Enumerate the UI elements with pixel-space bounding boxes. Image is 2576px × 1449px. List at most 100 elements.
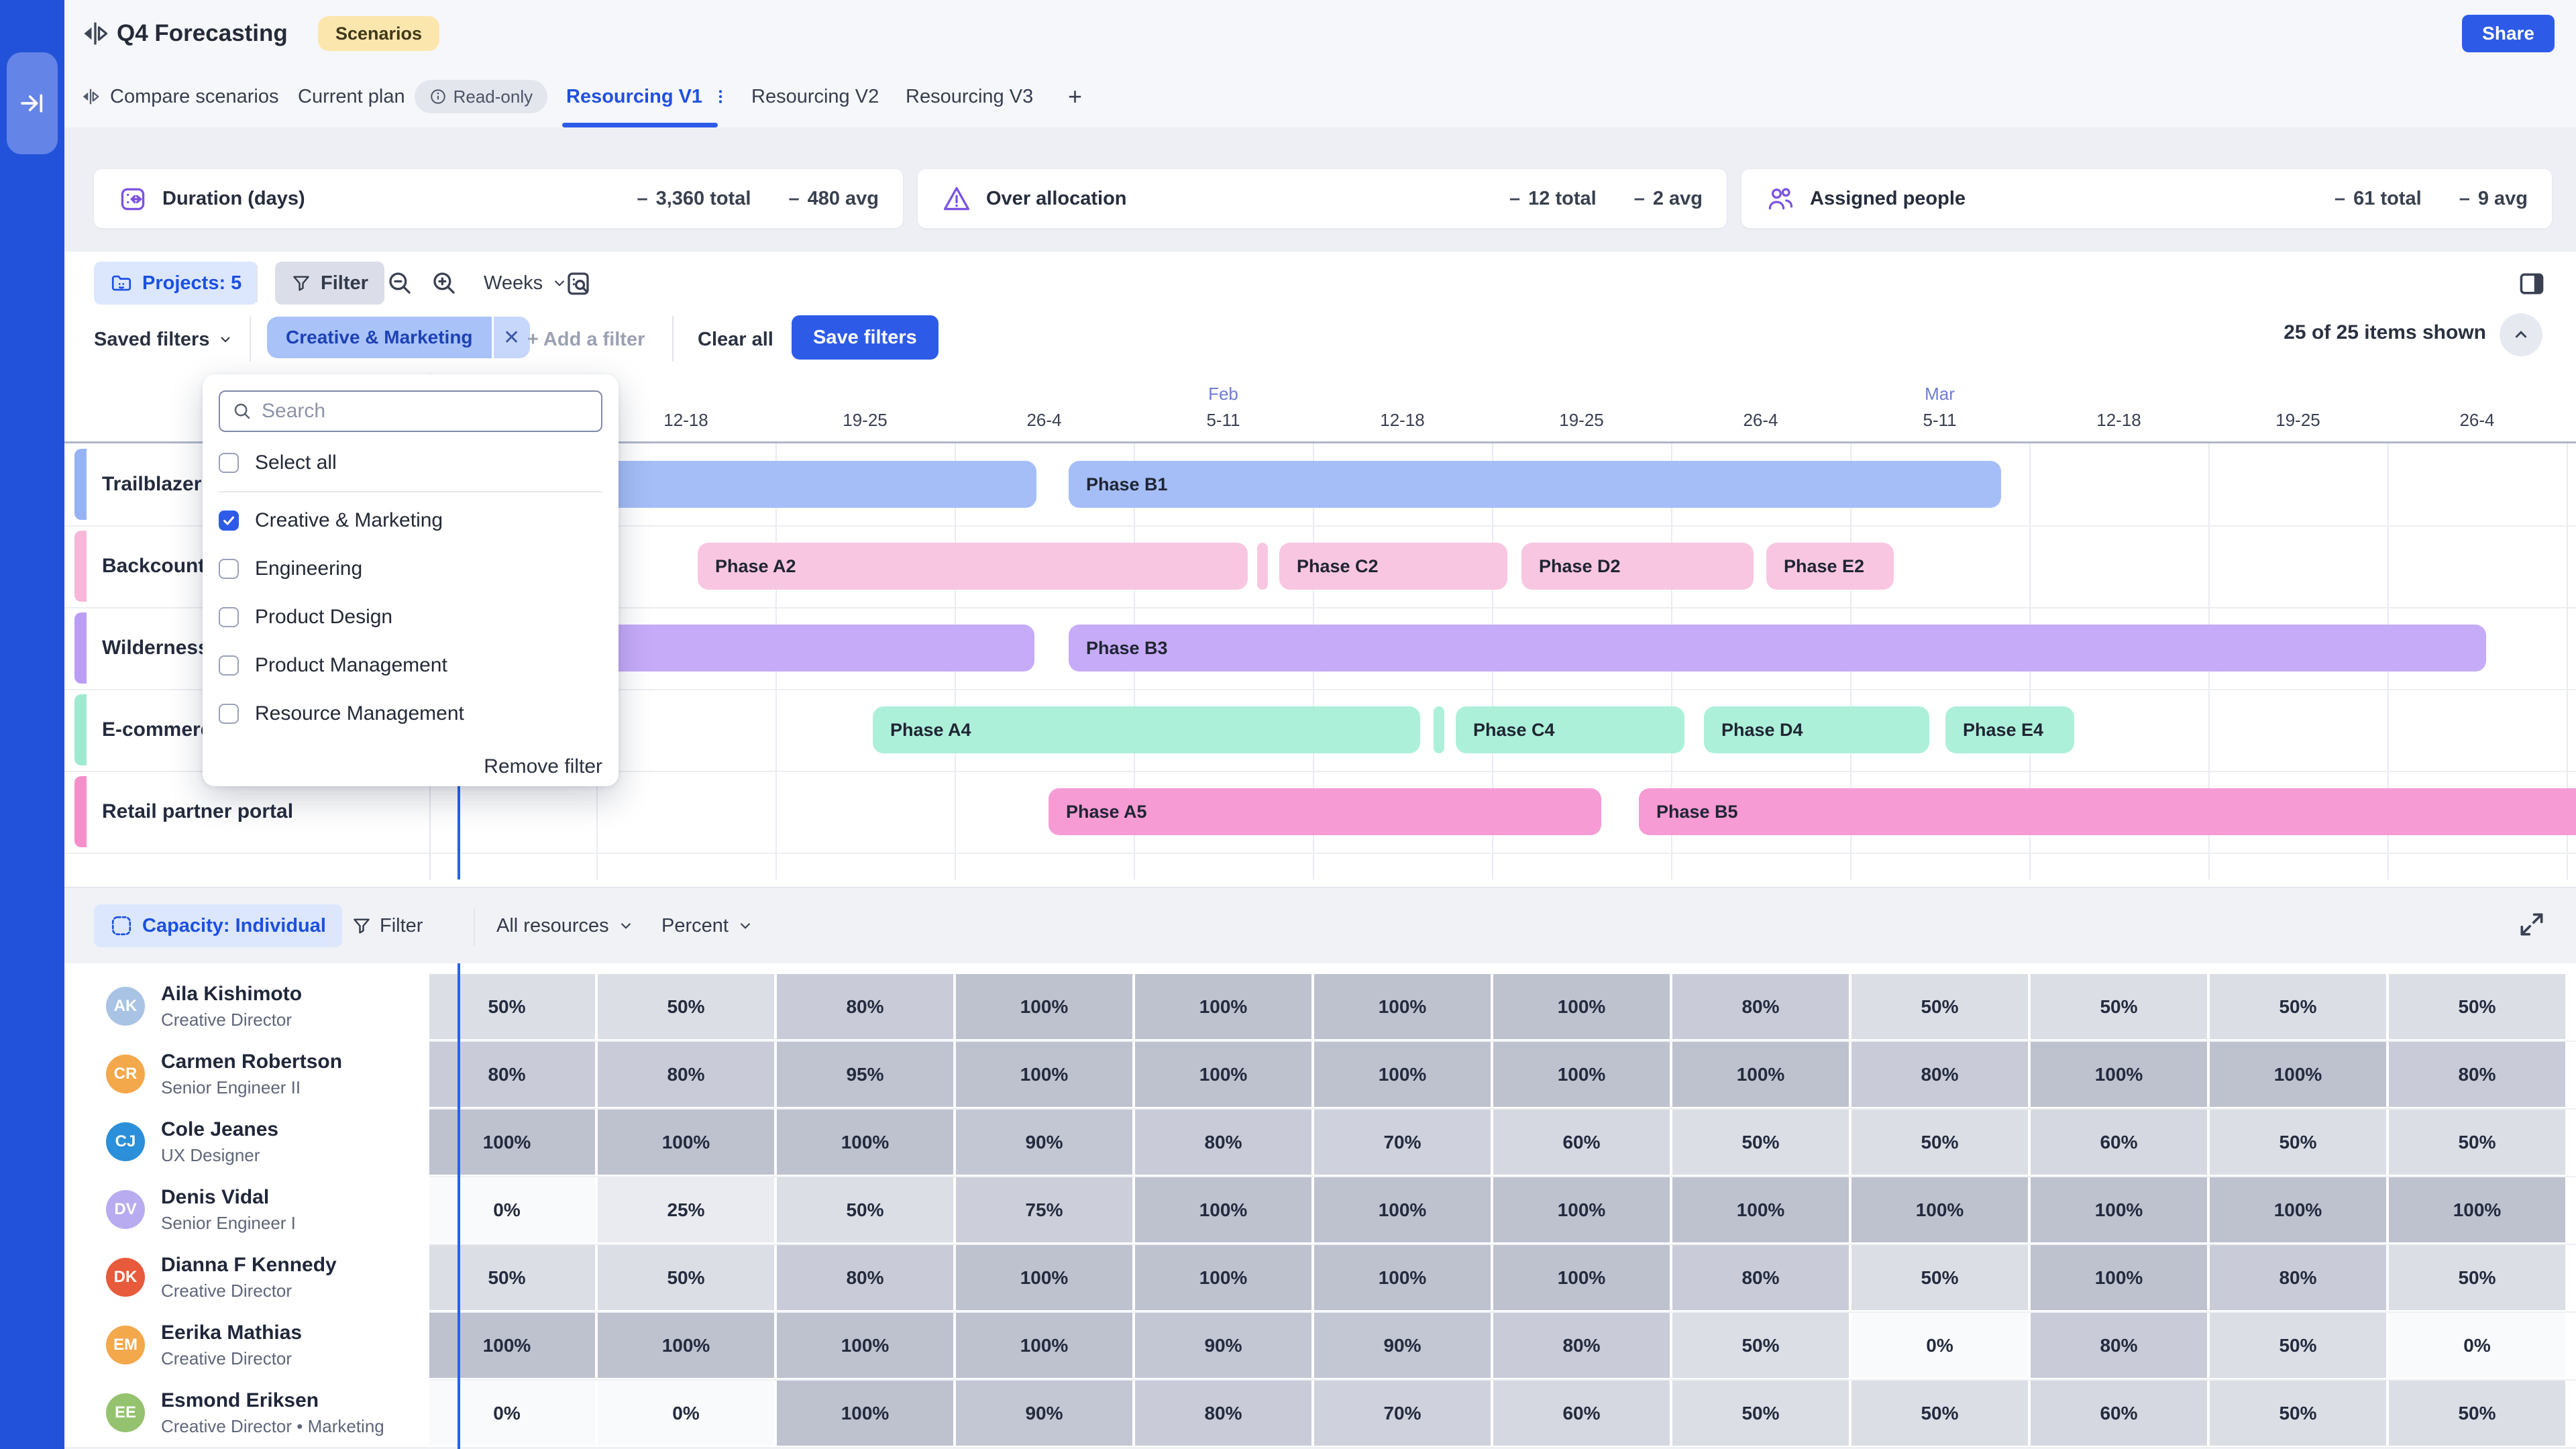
filter-button[interactable]: Filter: [275, 262, 384, 305]
stat-card-assigned-people: Assigned people –61 total –9 avg: [1741, 169, 2552, 228]
dropdown-divider: [219, 491, 602, 492]
tab-resourcing-v2[interactable]: Resourcing V2: [751, 79, 879, 114]
timeline-week-label: 5-11: [1206, 410, 1240, 431]
clear-all-button[interactable]: Clear all: [698, 320, 773, 359]
tab-compare-scenarios[interactable]: Compare scenarios: [80, 79, 278, 114]
assigned-total: 61 total: [2353, 188, 2422, 210]
gantt-bar-label: Phase B5: [1639, 802, 1738, 822]
search-icon: [232, 401, 252, 421]
filter-option-product-management[interactable]: Product Management: [219, 641, 602, 690]
timeline-week-label: 5-11: [1923, 410, 1956, 431]
capacity-cell: 80%: [2210, 1245, 2386, 1310]
capacity-rows: 50%50%80%100%100%100%100%80%50%50%50%50%…: [64, 963, 2576, 1447]
gantt-bar-label: Phase A4: [873, 720, 971, 741]
gantt-bar[interactable]: [1434, 706, 1444, 753]
remove-chip-icon[interactable]: ✕: [494, 317, 530, 358]
gantt-bar[interactable]: Phase A4: [873, 706, 1420, 753]
add-scenario-button[interactable]: +: [1068, 79, 1082, 114]
capacity-cell: 80%: [777, 1245, 953, 1310]
capacity-mode-button[interactable]: Capacity: Individual: [94, 904, 342, 947]
capacity-cell: 100%: [2389, 1177, 2565, 1242]
unit-dropdown[interactable]: Percent: [661, 904, 754, 947]
saved-filters-dropdown[interactable]: Saved filters: [94, 320, 233, 359]
capacity-cell: 90%: [1314, 1313, 1491, 1378]
zoom-in-button[interactable]: [430, 269, 458, 297]
person-name: Esmond Eriksen: [161, 1389, 319, 1412]
project-color-strip: [74, 776, 87, 847]
expand-capacity-icon[interactable]: [2517, 910, 2546, 939]
capacity-cell: 100%: [1314, 1245, 1491, 1310]
collapse-filters-button[interactable]: [2500, 313, 2542, 356]
capacity-cell: 100%: [1135, 1177, 1311, 1242]
capacity-cell: 80%: [598, 1042, 774, 1107]
capacity-filter-button[interactable]: Filter: [352, 904, 423, 947]
gantt-bar[interactable]: [1257, 543, 1268, 590]
capacity-cell: 50%: [1851, 1110, 2028, 1175]
capacity-cell: 100%: [1672, 1177, 1849, 1242]
capacity-cell: 70%: [1314, 1110, 1491, 1175]
right-panel-toggle-icon[interactable]: [2517, 269, 2546, 299]
snapshot-icon[interactable]: [564, 269, 592, 297]
capacity-cell: 60%: [1493, 1381, 1670, 1446]
chevron-up-icon: [2511, 325, 2531, 345]
gantt-bar[interactable]: Phase A2: [698, 543, 1248, 590]
checkbox-unchecked[interactable]: [219, 655, 239, 676]
gantt-bar[interactable]: [590, 625, 1034, 672]
filter-option-label: Creative & Marketing: [255, 509, 443, 532]
filter-option-product-design[interactable]: Product Design: [219, 593, 602, 641]
resources-dropdown[interactable]: All resources: [496, 904, 635, 947]
capacity-row-separator: [64, 1447, 2576, 1448]
filter-option-resource-management[interactable]: Resource Management: [219, 690, 602, 738]
tab-resourcing-v3[interactable]: Resourcing V3: [906, 79, 1033, 114]
capacity-cell: 100%: [1493, 1177, 1670, 1242]
search-input[interactable]: [262, 400, 589, 423]
capacity-cell: 80%: [1135, 1381, 1311, 1446]
info-icon: [429, 88, 447, 105]
gantt-bar[interactable]: Phase D2: [1521, 543, 1754, 590]
zoom-unit-dropdown[interactable]: Weeks: [484, 262, 568, 305]
avatar: CR: [106, 1055, 145, 1093]
checkbox-checked[interactable]: [219, 511, 239, 531]
checkbox-unchecked[interactable]: [219, 453, 239, 473]
gantt-bar[interactable]: Phase D4: [1704, 706, 1929, 753]
select-all-option[interactable]: Select all: [219, 439, 602, 487]
capacity-cell: 50%: [1672, 1110, 1849, 1175]
filter-option-creative-marketing[interactable]: Creative & Marketing: [219, 496, 602, 545]
chevron-down-icon: [617, 917, 635, 934]
capacity-cell: 0%: [598, 1381, 774, 1446]
gantt-bar[interactable]: Phase E4: [1945, 706, 2074, 753]
checkbox-unchecked[interactable]: [219, 704, 239, 724]
capacity-cell: 100%: [2210, 1042, 2386, 1107]
kebab-menu-icon[interactable]: [712, 88, 729, 105]
tab-current-plan[interactable]: Current plan Read-only: [298, 79, 547, 114]
projects-count-button[interactable]: Projects: 5: [94, 262, 258, 305]
capacity-cell: 50%: [777, 1177, 953, 1242]
capacity-cell: 100%: [598, 1110, 774, 1175]
gantt-bar[interactable]: [590, 461, 1036, 508]
share-button[interactable]: Share: [2462, 15, 2555, 52]
tab-resourcing-v1[interactable]: Resourcing V1: [566, 79, 729, 114]
active-filter-chip[interactable]: Creative & Marketing ✕: [267, 317, 530, 358]
capacity-cell: 100%: [777, 1110, 953, 1175]
save-filters-button[interactable]: Save filters: [792, 315, 938, 360]
gantt-bar[interactable]: Phase B3: [1069, 625, 2486, 672]
remove-filter-button[interactable]: Remove filter: [219, 755, 602, 778]
capacity-cell: 100%: [1672, 1042, 1849, 1107]
capacity-cell: 25%: [598, 1177, 774, 1242]
person-row: AKAila KishimotoCreative Director: [64, 973, 429, 1040]
gantt-bar[interactable]: Phase E2: [1766, 543, 1894, 590]
zoom-out-button[interactable]: [386, 269, 414, 297]
gantt-bar[interactable]: Phase A5: [1049, 788, 1601, 835]
filter-option-engineering[interactable]: Engineering: [219, 545, 602, 593]
gantt-bar[interactable]: Phase B5: [1639, 788, 2576, 835]
dropdown-search-box[interactable]: [219, 390, 602, 432]
checkbox-unchecked[interactable]: [219, 607, 239, 627]
checkbox-unchecked[interactable]: [219, 559, 239, 579]
gantt-bar[interactable]: Phase C4: [1456, 706, 1684, 753]
sidebar-expand-button[interactable]: [7, 52, 58, 154]
capacity-cell: 0%: [1851, 1313, 2028, 1378]
gantt-bar[interactable]: Phase B1: [1069, 461, 2001, 508]
capacity-cell: 80%: [1672, 974, 1849, 1039]
add-filter-button[interactable]: + Add a filter: [527, 320, 645, 359]
gantt-bar[interactable]: Phase C2: [1279, 543, 1507, 590]
